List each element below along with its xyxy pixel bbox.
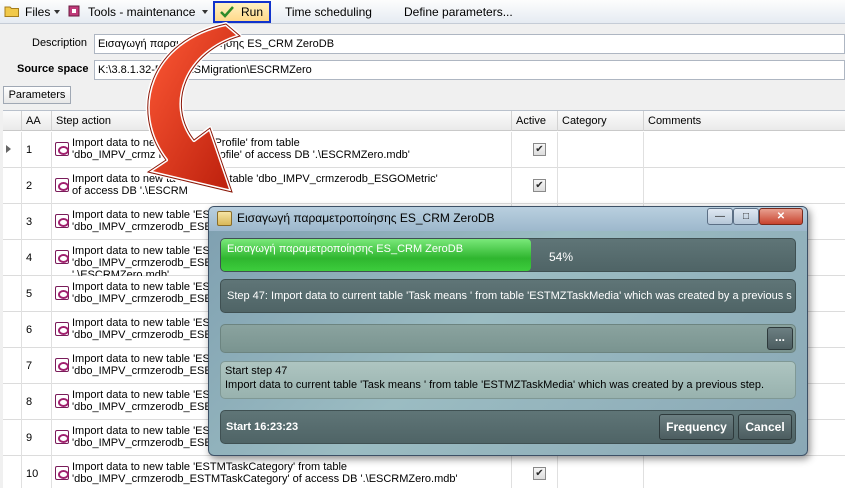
minimize-button[interactable]: — xyxy=(707,208,733,225)
source-space-label: Source space xyxy=(17,63,89,75)
progress-percent: 54% xyxy=(549,250,574,264)
cell-aa[interactable]: 4 xyxy=(22,240,52,276)
maximize-button[interactable]: □ xyxy=(733,208,759,225)
cell-category[interactable] xyxy=(558,168,644,204)
cell-aa[interactable]: 9 xyxy=(22,420,52,456)
table-row[interactable]: 10 Import data to new table 'ESTMTaskCate… xyxy=(3,456,845,488)
cell-aa[interactable]: 8 xyxy=(22,384,52,420)
step-action-text: Import data to ne dPropertiesProfile' fr… xyxy=(72,137,300,149)
cell-active: ✔ xyxy=(512,456,558,488)
run-label: Run xyxy=(241,5,264,19)
table-row[interactable]: 1 Import data to ne dPropertiesProfile' f… xyxy=(3,132,845,168)
grid-header: AA Step action Active Category Comments xyxy=(3,111,845,131)
active-checkbox[interactable]: ✔ xyxy=(533,467,546,480)
dialog-app-icon xyxy=(217,211,232,226)
files-menu[interactable]: Files xyxy=(25,2,50,22)
log-line-2: Import data to current table 'Task means… xyxy=(225,379,765,391)
step-action-text: 'dbo_IMPV_crmzerodb_ESTMTaskCategory' of… xyxy=(72,473,458,485)
cell-comments[interactable] xyxy=(644,132,845,168)
progress-label: Εισαγωγή παραμετροποίησης ES_CRM ZeroDB xyxy=(227,243,464,255)
step-action-icon xyxy=(55,322,69,336)
cancel-button[interactable]: Cancel xyxy=(738,414,792,440)
step-action-text: Import data to new ta etric' from table … xyxy=(72,173,438,185)
step-action-icon xyxy=(55,286,69,300)
step-action-icon xyxy=(55,178,69,192)
dialog-titlebar[interactable]: Εισαγωγή παραμετροποίησης ES_CRM ZeroDB … xyxy=(209,207,807,231)
step-action-icon xyxy=(55,142,69,156)
cell-category[interactable] xyxy=(558,132,644,168)
dialog-title: Εισαγωγή παραμετροποίησης ES_CRM ZeroDB xyxy=(237,211,495,225)
step-action-text: of access DB '.\ESCRM xyxy=(72,185,188,197)
time-scheduling-button[interactable]: Time scheduling xyxy=(285,2,372,22)
step-action-icon xyxy=(55,430,69,444)
cell-comments[interactable] xyxy=(644,456,845,488)
row-selector[interactable] xyxy=(3,204,22,240)
active-checkbox[interactable]: ✔ xyxy=(533,143,546,156)
current-step-panel: Step 47: Import data to current table 'T… xyxy=(220,279,796,313)
progress-bar: Εισαγωγή παραμετροποίησης ES_CRM ZeroDB … xyxy=(220,238,796,272)
cell-aa[interactable]: 7 xyxy=(22,348,52,384)
step-action-text: 'dbo_IMPV_crmz PropertiesProfile' of acc… xyxy=(72,149,410,161)
column-header-step-action[interactable]: Step action xyxy=(52,111,512,131)
step-action-icon xyxy=(55,466,69,480)
cell-aa[interactable]: 6 xyxy=(22,312,52,348)
row-selector[interactable] xyxy=(3,132,22,168)
cell-step-action[interactable]: Import data to new table 'ESTMTaskCatego… xyxy=(52,456,512,488)
frequency-button[interactable]: Frequency xyxy=(659,414,734,440)
folder-icon xyxy=(4,6,19,17)
more-button[interactable]: ... xyxy=(767,327,793,350)
column-header-comments[interactable]: Comments xyxy=(644,111,845,131)
current-step-text: Step 47: Import data to current table 'T… xyxy=(227,290,792,302)
table-row[interactable]: 2 Import data to new ta etric' from table… xyxy=(3,168,845,204)
chevron-down-icon[interactable] xyxy=(202,10,208,14)
cell-category[interactable] xyxy=(558,456,644,488)
cell-aa[interactable]: 3 xyxy=(22,204,52,240)
row-selector[interactable] xyxy=(3,240,22,276)
step-action-icon xyxy=(55,358,69,372)
source-space-field[interactable]: K:\3.8.1.32-P L01\ESMigration\ESCRMZero xyxy=(94,60,845,80)
step-action-text: Import data to new table 'ESTMTaskCatego… xyxy=(72,461,348,473)
row-selector[interactable] xyxy=(3,384,22,420)
log-panel: Start step 47 Import data to current tab… xyxy=(220,361,796,399)
tools-icon xyxy=(68,5,80,17)
cell-step-action[interactable]: Import data to ne dPropertiesProfile' fr… xyxy=(52,132,512,168)
close-button[interactable]: ✕ xyxy=(759,208,803,225)
row-selector[interactable] xyxy=(3,276,22,312)
step-action-icon xyxy=(55,250,69,264)
details-row: ... xyxy=(220,324,796,353)
cell-aa[interactable]: 1 xyxy=(22,132,52,168)
row-selector[interactable] xyxy=(3,420,22,456)
tab-parameters[interactable]: Parameters xyxy=(3,86,71,104)
run-check-icon xyxy=(220,6,234,18)
step-action-icon xyxy=(55,214,69,228)
current-row-icon xyxy=(6,145,11,153)
progress-dialog: Εισαγωγή παραμετροποίησης ES_CRM ZeroDB … xyxy=(208,206,808,456)
step-action-icon xyxy=(55,394,69,408)
cell-aa[interactable]: 10 xyxy=(22,456,52,488)
toolbar: Files Tools - maintenance Run Time sched… xyxy=(0,0,845,24)
grid-header-selector xyxy=(3,111,22,131)
column-header-active[interactable]: Active xyxy=(512,111,558,131)
description-label: Description xyxy=(32,37,88,49)
tools-maintenance-menu[interactable]: Tools - maintenance xyxy=(88,2,195,22)
log-line-1: Start step 47 xyxy=(225,365,288,377)
cell-aa[interactable]: 5 xyxy=(22,276,52,312)
column-header-category[interactable]: Category xyxy=(558,111,644,131)
column-header-aa[interactable]: AA xyxy=(22,111,52,131)
description-field[interactable]: Εισαγωγή παραμετροποίησης ES_CRM ZeroDB xyxy=(94,34,845,54)
cell-aa[interactable]: 2 xyxy=(22,168,52,204)
row-selector[interactable] xyxy=(3,168,22,204)
define-parameters-button[interactable]: Define parameters... xyxy=(404,2,513,22)
start-time: Start 16:23:23 xyxy=(226,421,299,433)
row-selector[interactable] xyxy=(3,348,22,384)
run-button[interactable]: Run xyxy=(213,1,271,23)
chevron-down-icon[interactable] xyxy=(54,10,60,14)
row-selector[interactable] xyxy=(3,456,22,488)
row-selector[interactable] xyxy=(3,312,22,348)
active-checkbox[interactable]: ✔ xyxy=(533,179,546,192)
cell-active: ✔ xyxy=(512,132,558,168)
cell-comments[interactable] xyxy=(644,168,845,204)
cell-active: ✔ xyxy=(512,168,558,204)
cell-step-action[interactable]: Import data to new ta etric' from table … xyxy=(52,168,512,204)
